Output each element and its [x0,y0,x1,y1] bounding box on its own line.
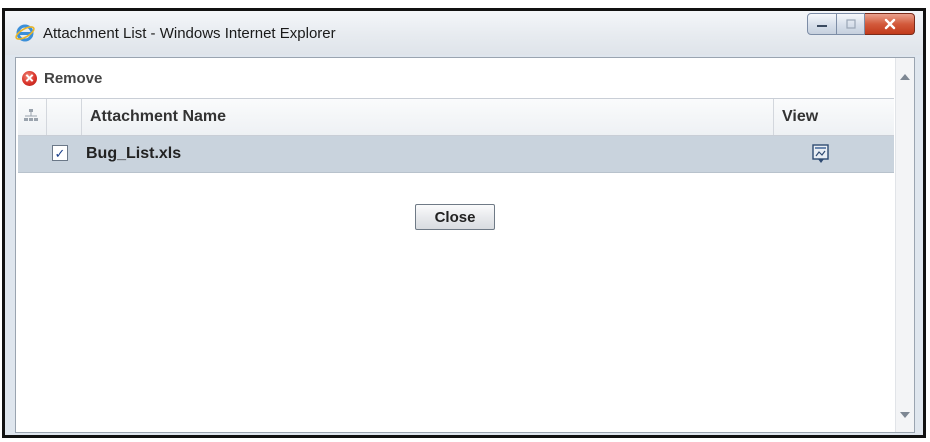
row-name-cell: Bug_List.xls [80,136,774,172]
window-controls [807,13,915,37]
remove-icon [22,70,37,86]
row-view-cell [774,136,894,172]
row-tree-cell [18,136,46,172]
ie-logo-icon [15,24,35,42]
close-icon [884,18,895,30]
dialog-content: Remove Attachment Name View ✓ Bug_List.x… [15,57,915,433]
row-select-cell: ✓ [46,136,80,172]
scroll-down-arrow-icon[interactable] [900,412,910,418]
vertical-scrollbar[interactable] [895,58,914,432]
column-label-view: View [782,108,819,125]
minimize-button[interactable] [807,13,837,35]
column-header-attachment-name[interactable]: Attachment Name [82,99,774,135]
attachment-name[interactable]: Bug_List.xls [86,145,181,163]
attachment-grid: Attachment Name View ✓ Bug_List.xls [18,98,894,173]
view-document-icon[interactable] [812,144,830,164]
column-header-select[interactable] [47,99,82,135]
column-header-view[interactable]: View [774,99,894,135]
maximize-icon [845,19,856,29]
tree-icon [24,109,38,121]
close-button[interactable]: Close [415,204,495,230]
scroll-up-arrow-icon[interactable] [900,74,910,80]
window-title: Attachment List - Windows Internet Explo… [43,25,336,42]
browser-window: Attachment List - Windows Internet Explo… [2,8,926,438]
table-row[interactable]: ✓ Bug_List.xls [18,136,894,173]
toolbar: Remove [16,58,896,96]
row-checkbox[interactable]: ✓ [52,145,68,161]
maximize-button[interactable] [837,13,865,35]
column-label-attachment-name: Attachment Name [90,108,227,125]
remove-label: Remove [44,69,103,87]
column-header-tree[interactable] [18,99,47,135]
grid-header: Attachment Name View [18,98,894,136]
close-window-button[interactable] [865,13,915,35]
minimize-icon [817,25,827,27]
title-bar[interactable]: Attachment List - Windows Internet Explo… [5,11,923,55]
remove-button[interactable]: Remove [22,68,102,88]
